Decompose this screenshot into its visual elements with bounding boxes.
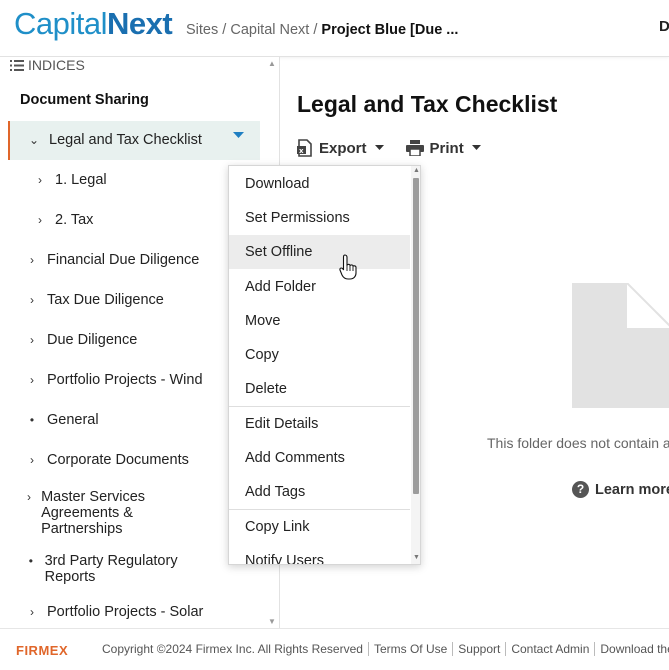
sidebar-item-portfolio-projects-solar[interactable]: › Portfolio Projects - Solar (25, 603, 279, 621)
chevron-right-icon[interactable]: › (33, 171, 47, 189)
page-title: Legal and Tax Checklist (297, 91, 558, 117)
sidebar-item-label: Due Diligence (47, 332, 138, 348)
sidebar-item-master-services-agreements[interactable]: › Master Services Agreements & Partnersh… (25, 488, 205, 537)
chevron-right-icon[interactable]: › (25, 291, 39, 309)
breadcrumb-sites[interactable]: Sites (186, 22, 218, 38)
menu-scroll-up-icon[interactable]: ▲ (413, 167, 420, 174)
menu-item-notify-users[interactable]: Notify Users (229, 544, 410, 564)
firmex-logo[interactable]: FIRMEX (16, 643, 68, 658)
menu-item-download[interactable]: Download (229, 167, 410, 201)
svg-text:x: x (299, 147, 304, 155)
empty-folder-message: This folder does not contain a (487, 435, 669, 451)
bullet-icon: • (28, 554, 33, 568)
print-label: Print (429, 139, 464, 157)
logo-text-next: Next (107, 6, 173, 41)
toolbar: x Export Print (297, 139, 481, 157)
menu-item-set-offline[interactable]: Set Offline (229, 235, 410, 269)
footer-link-download[interactable]: Download the (594, 642, 669, 656)
menu-item-add-comments[interactable]: Add Comments (229, 441, 410, 475)
capitalnext-logo[interactable]: CapitalNext (14, 6, 173, 42)
indices-header[interactable]: INDICES (10, 57, 85, 73)
list-icon (10, 59, 24, 71)
app-header: CapitalNext Sites / Capital Next / Proje… (0, 0, 669, 57)
chevron-right-icon[interactable]: › (25, 603, 39, 621)
hand-pointer-cursor-icon (339, 254, 357, 280)
menu-scroll-down-icon[interactable]: ▼ (413, 554, 420, 561)
sidebar-item-label: Corporate Documents (47, 452, 189, 468)
breadcrumb-capital-next[interactable]: Capital Next (230, 22, 309, 38)
menu-item-add-tags[interactable]: Add Tags (229, 475, 410, 509)
section-title: Document Sharing (20, 92, 149, 108)
sidebar-item-label: General (47, 412, 99, 428)
sidebar-item-label: Portfolio Projects - Solar (47, 604, 204, 620)
chevron-right-icon[interactable]: › (25, 371, 39, 389)
footer-link-contact-admin[interactable]: Contact Admin (505, 642, 594, 656)
sidebar-item-label: 1. Legal (55, 172, 107, 188)
sidebar-item-label: Tax Due Diligence (47, 292, 164, 308)
footer-copyright: Copyright ©2024 Firmex Inc. All Rights R… (102, 642, 363, 656)
app-footer: FIRMEX Copyright ©2024 Firmex Inc. All R… (0, 628, 669, 670)
header-right-menu[interactable]: D (659, 18, 669, 35)
breadcrumb-separator: / (313, 22, 318, 38)
sidebar-item-label: Financial Due Diligence (47, 252, 200, 268)
caret-down-icon (471, 145, 481, 150)
chevron-right-icon[interactable]: › (25, 488, 33, 506)
menu-scrollbar-thumb[interactable] (413, 178, 419, 494)
caret-down-icon (374, 145, 384, 150)
sidebar-item-3rd-party-regulatory-reports[interactable]: • 3rd Party Regulatory Reports (25, 552, 200, 585)
menu-item-set-permissions[interactable]: Set Permissions (229, 201, 410, 235)
help-icon: ? (572, 481, 589, 498)
sidebar-scroll-up-icon[interactable]: ▲ (268, 59, 276, 68)
learn-more-link[interactable]: ? Learn more (572, 481, 669, 498)
breadcrumb-separator: / (222, 22, 227, 38)
sidebar-item-label: Master Services Agreements & Partnership… (41, 489, 146, 537)
print-button[interactable]: Print (405, 139, 481, 157)
chevron-down-icon[interactable]: ⌄ (27, 131, 41, 149)
menu-item-edit-details[interactable]: Edit Details (229, 407, 410, 441)
learn-more-label: Learn more (595, 481, 669, 498)
footer-link-support[interactable]: Support (452, 642, 505, 656)
indices-label: INDICES (28, 57, 85, 73)
footer-links: Copyright ©2024 Firmex Inc. All Rights R… (102, 642, 669, 656)
menu-item-copy-link[interactable]: Copy Link (229, 510, 410, 544)
chevron-right-icon[interactable]: › (25, 251, 39, 269)
breadcrumb-current: Project Blue [Due ... (321, 22, 459, 38)
folder-context-menu: Download Set Permissions Set Offline Add… (228, 165, 421, 565)
footer-link-terms[interactable]: Terms Of Use (367, 642, 452, 656)
sidebar-scroll-down-icon[interactable]: ▼ (268, 617, 276, 626)
chevron-right-icon[interactable]: › (33, 211, 47, 229)
menu-item-add-folder[interactable]: Add Folder (229, 270, 410, 304)
sidebar-item-label: 3rd Party Regulatory Reports (44, 553, 178, 585)
sidebar-item-label: 2. Tax (55, 212, 94, 228)
breadcrumb: Sites / Capital Next / Project Blue [Due… (186, 22, 458, 38)
menu-item-copy[interactable]: Copy (229, 338, 410, 372)
excel-file-icon: x (297, 139, 312, 157)
printer-icon (405, 140, 424, 156)
logo-text-capital: Capital (14, 6, 108, 41)
bullet-icon: • (29, 413, 35, 427)
empty-document-icon (572, 283, 669, 408)
caret-down-icon[interactable] (233, 132, 244, 139)
sidebar-item-label: Legal and Tax Checklist (49, 132, 202, 148)
menu-item-delete[interactable]: Delete (229, 372, 410, 406)
menu-item-move[interactable]: Move (229, 304, 410, 338)
export-button[interactable]: x Export (297, 139, 384, 157)
export-label: Export (319, 139, 367, 157)
sidebar-item-label: Portfolio Projects - Wind (47, 372, 203, 388)
chevron-right-icon[interactable]: › (25, 451, 39, 469)
chevron-right-icon[interactable]: › (25, 331, 39, 349)
